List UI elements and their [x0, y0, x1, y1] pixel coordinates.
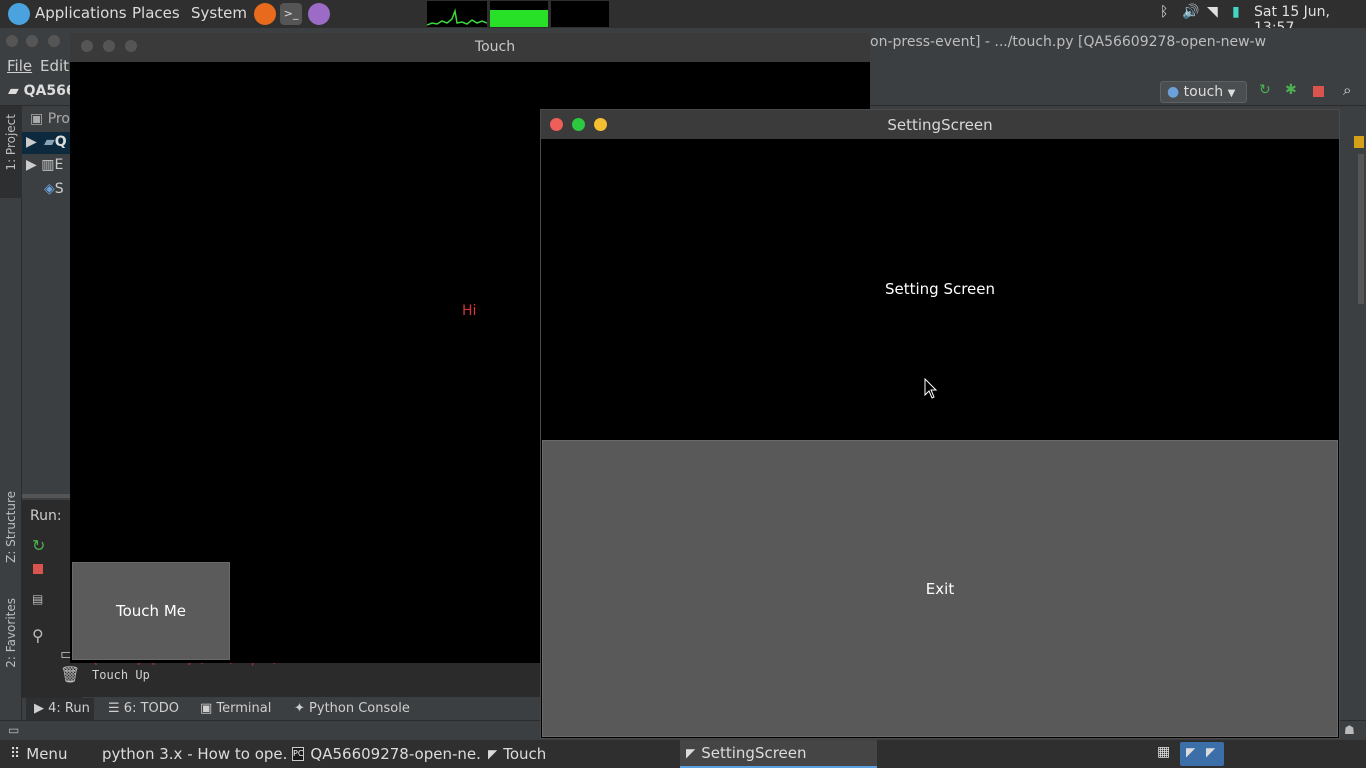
- project-tool-tab[interactable]: 1: Project: [0, 106, 22, 198]
- tab-run[interactable]: ▶ 4: Run: [26, 698, 94, 720]
- right-gutter: [1340, 130, 1366, 720]
- project-breadcrumb[interactable]: ▰ QA566: [8, 83, 76, 99]
- tab-todo[interactable]: ☰ 6: TODO: [108, 701, 179, 716]
- project-header: ▣ Pro: [30, 111, 70, 127]
- ide-close-icon[interactable]: [6, 35, 18, 47]
- ide-window-title: on-press-event] - .../touch.py [QA566092…: [870, 34, 1267, 50]
- trash-icon[interactable]: 🗑: [60, 665, 80, 684]
- rerun-icon[interactable]: ↻: [1259, 82, 1271, 98]
- window-thumb-icon: ◤: [1186, 745, 1196, 759]
- cpu-monitor: [426, 1, 488, 27]
- run-tab-label: ▶ 4: Run: [34, 701, 90, 716]
- pin-icon[interactable]: ⚲: [32, 626, 44, 645]
- setting-screen-window: SettingScreen Setting Screen Exit: [540, 109, 1340, 739]
- play-icon: ▶: [34, 701, 49, 716]
- ide-minimize-icon[interactable]: [26, 35, 38, 47]
- debug-icon[interactable]: ✱: [1285, 82, 1297, 98]
- applications-menu[interactable]: Applications: [35, 4, 127, 22]
- terminal-icon[interactable]: >_: [280, 3, 302, 25]
- places-menu[interactable]: Places: [132, 4, 180, 22]
- expand-icon: ▶: [26, 134, 37, 150]
- volume-icon[interactable]: 🔊: [1182, 4, 1199, 20]
- network-monitor: [551, 1, 609, 27]
- touch-me-button[interactable]: Touch Me: [72, 562, 230, 660]
- scrollbar[interactable]: [1358, 154, 1364, 304]
- folder-label: ▰Q: [44, 134, 67, 150]
- folder-icon: ▰: [44, 134, 55, 150]
- firefox-icon[interactable]: [254, 3, 276, 25]
- stop-icon[interactable]: [33, 564, 43, 574]
- setting-window-title: SettingScreen: [887, 116, 993, 134]
- touch-window-title: Touch: [474, 39, 516, 55]
- task-chrome[interactable]: python 3.x - How to ope...: [96, 740, 286, 768]
- window-thumb-icon: ◤: [1206, 745, 1216, 759]
- chevron-down-icon: ▼: [1227, 88, 1236, 99]
- touch-titlebar[interactable]: Touch: [70, 33, 870, 62]
- menu-file[interactable]: File: [7, 57, 32, 75]
- task-settingscreen[interactable]: ◤ SettingScreen: [680, 740, 877, 768]
- hi-label: Hi: [462, 303, 477, 319]
- task-touch[interactable]: ◤ Touch: [488, 740, 546, 768]
- task-label: QA56609278-open-ne...: [310, 745, 482, 763]
- panel-icon: ▣: [30, 111, 48, 127]
- top-panel: Applications Places System >_ ᛒ 🔊 ◥ ▮ Sa…: [0, 0, 1366, 36]
- left-tool-strip: 1: Project Z: Structure 2: Favorites: [0, 106, 22, 722]
- run-config-select[interactable]: ● touch ▼: [1160, 81, 1247, 103]
- run-label: Run:: [30, 508, 62, 524]
- battery-icon[interactable]: ▮: [1232, 4, 1240, 20]
- bluetooth-icon[interactable]: ᛒ: [1160, 4, 1168, 20]
- search-icon[interactable]: ⌕: [1343, 81, 1351, 99]
- task-label: python 3.x - How to ope...: [102, 745, 286, 763]
- tree-item-external[interactable]: ▶ ▥E: [26, 157, 63, 173]
- menu-button[interactable]: ⠿ Menu: [10, 740, 67, 768]
- folder-icon: ▰: [8, 83, 24, 99]
- scratch-icon: ◈: [44, 181, 55, 197]
- setting-titlebar[interactable]: SettingScreen: [541, 110, 1339, 139]
- exit-button[interactable]: Exit: [542, 440, 1338, 737]
- tree-item-scratches[interactable]: ◈S: [44, 181, 64, 197]
- wifi-icon[interactable]: ◥: [1207, 4, 1218, 20]
- mouse-cursor-icon: [924, 378, 938, 399]
- notifications-icon[interactable]: ☗: [1344, 723, 1355, 737]
- grid-icon: ⠿: [10, 746, 21, 762]
- kivy-icon: ◤: [488, 747, 498, 761]
- task-pycharm[interactable]: PC QA56609278-open-ne...: [292, 740, 482, 768]
- setting-screen-label: Setting Screen: [884, 280, 996, 298]
- kivy-icon: ◤: [686, 746, 696, 760]
- workspace-icon[interactable]: ▦: [1157, 744, 1170, 760]
- layout-icon[interactable]: ▤: [32, 592, 43, 606]
- pycharm-icon: PC: [292, 747, 305, 761]
- favorites-tab[interactable]: 2: Favorites: [4, 598, 18, 668]
- taskbar: ⠿ Menu python 3.x - How to ope... PC QA5…: [0, 740, 1366, 768]
- console-line: Touch Up: [92, 668, 150, 682]
- terminal-icon: ▣: [200, 701, 217, 716]
- text-editor-icon[interactable]: [308, 3, 330, 25]
- menu-edit[interactable]: Edit: [40, 57, 69, 75]
- python-icon: ●: [1167, 84, 1184, 100]
- python-icon: ✦: [294, 701, 310, 716]
- stop-icon[interactable]: [1313, 86, 1324, 97]
- list-icon: ☰: [108, 701, 124, 716]
- tab-python-console[interactable]: ✦ Python Console: [294, 701, 410, 716]
- library-icon: ▥: [41, 157, 55, 173]
- task-label: SettingScreen: [701, 744, 807, 762]
- system-menu[interactable]: System: [191, 4, 247, 22]
- project-tab-label: 1: Project: [4, 114, 18, 171]
- window-switcher[interactable]: ◤ ◤: [1180, 742, 1224, 766]
- warning-icon[interactable]: [1354, 136, 1364, 148]
- rerun-icon[interactable]: ↻: [32, 536, 45, 555]
- task-label: Touch: [503, 745, 547, 763]
- menu-label: Menu: [26, 745, 68, 763]
- structure-tab[interactable]: Z: Structure: [4, 491, 18, 563]
- cpu-graph-icon: [426, 8, 488, 26]
- status-layout-icon[interactable]: ▭: [8, 723, 19, 737]
- mint-logo-icon[interactable]: [8, 3, 30, 25]
- memory-monitor: [490, 1, 548, 27]
- ide-maximize-icon[interactable]: [48, 35, 60, 47]
- tab-terminal[interactable]: ▣ Terminal: [200, 701, 271, 716]
